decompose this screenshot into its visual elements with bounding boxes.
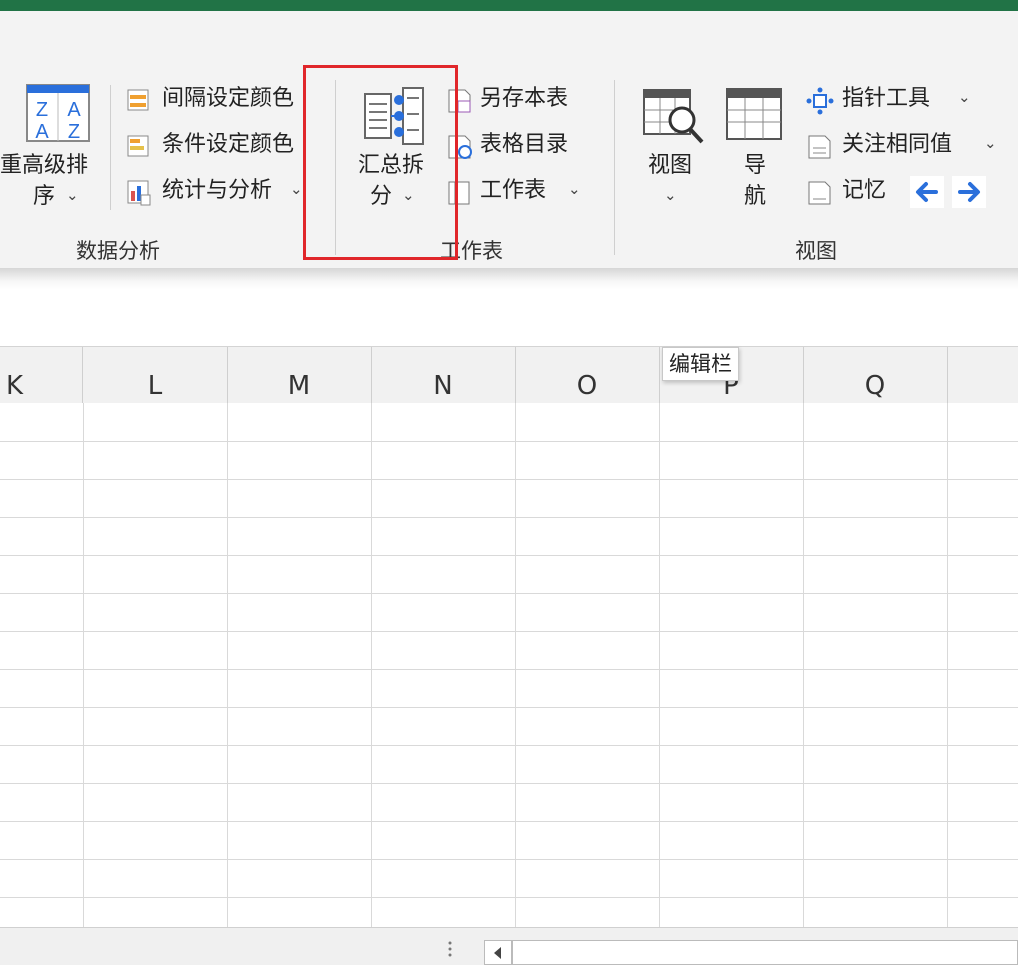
focus-same-value-icon <box>808 135 831 159</box>
data-analysis-group-label: 数据分析 <box>76 239 160 263</box>
view-button-label: 视图 <box>648 153 693 178</box>
sort-letter-z-top: Z <box>36 99 48 121</box>
chevron-down-icon: ⌄ <box>290 180 303 198</box>
stats-analysis-label: 统计与分析 <box>162 178 273 203</box>
column-header-k[interactable]: K <box>0 347 83 403</box>
splitter-handle[interactable] <box>448 940 452 958</box>
chevron-down-icon[interactable]: ⌄ <box>66 186 79 204</box>
condition-color-icon <box>127 135 149 157</box>
condition-color-button[interactable]: 条件设定颜色 <box>126 132 306 162</box>
sort-letter-a-bottom: A <box>35 121 49 142</box>
grid-lines <box>0 403 1018 927</box>
navigate-label-line2: 航 <box>744 184 767 209</box>
interval-color-label: 间隔设定颜色 <box>162 86 295 111</box>
column-header-l[interactable]: L <box>83 347 228 403</box>
memory-label: 记忆 <box>842 178 887 203</box>
column-header-r[interactable]: R <box>947 347 1018 403</box>
worksheet-menu-button[interactable]: 工作表 ⌄ <box>446 178 586 208</box>
interval-color-button[interactable]: 间隔设定颜色 <box>126 86 306 116</box>
group-divider <box>110 85 111 210</box>
back-arrow-button[interactable] <box>910 176 944 208</box>
memory-button[interactable]: 记忆 <box>806 178 896 208</box>
title-bar-strip <box>0 0 1018 11</box>
column-header-o[interactable]: O <box>515 347 660 403</box>
scroll-left-button[interactable] <box>484 940 512 965</box>
interval-color-icon <box>127 89 149 111</box>
advanced-sort-label-line1: 高级排 <box>22 153 89 178</box>
sort-letter-a-top: A <box>67 99 81 121</box>
condition-color-label: 条件设定颜色 <box>162 132 295 157</box>
stats-analysis-icon <box>127 180 151 206</box>
horizontal-scrollbar[interactable] <box>512 940 1018 965</box>
pointer-tool-icon <box>806 87 834 115</box>
forward-arrow-button[interactable] <box>952 176 986 208</box>
sheet-status-bar <box>0 927 1018 965</box>
formula-bar-tooltip: 编辑栏 <box>662 347 739 381</box>
save-as-sheet-label: 另存本表 <box>480 86 569 111</box>
chevron-down-icon: ⌄ <box>958 88 971 106</box>
chevron-down-icon: ⌄ <box>984 134 997 152</box>
focus-same-value-button[interactable]: 关注相同值 ⌄ <box>806 132 1006 162</box>
column-header-n[interactable]: N <box>371 347 516 403</box>
navigate-label-line1: 导 <box>744 153 767 178</box>
chevron-down-icon[interactable]: ⌄ <box>664 186 677 204</box>
arrow-left-icon <box>916 182 938 202</box>
focus-same-value-label: 关注相同值 <box>842 132 953 157</box>
group-divider <box>614 80 615 255</box>
table-directory-button[interactable]: 表格目录 <box>446 132 586 162</box>
worksheet-menu-label: 工作表 <box>480 178 547 203</box>
highlight-box <box>303 65 458 260</box>
stats-analysis-button[interactable]: 统计与分析 ⌄ <box>126 178 311 208</box>
table-directory-label: 表格目录 <box>480 132 569 157</box>
sort-az-icon: Z A A Z <box>26 84 90 142</box>
view-magnifier-icon <box>643 89 704 144</box>
save-as-sheet-button[interactable]: 另存本表 <box>446 86 586 116</box>
sort-letter-z-bottom: Z <box>68 121 80 142</box>
ribbon-shadow <box>0 268 1018 290</box>
triangle-left-icon <box>494 947 501 959</box>
pointer-tool-label: 指针工具 <box>842 86 931 111</box>
partial-ribbon-label: 重 <box>0 153 23 178</box>
pointer-tool-button[interactable]: 指针工具 ⌄ <box>806 86 976 116</box>
advanced-sort-label-line2: 序 <box>33 184 56 209</box>
navigate-grid-icon <box>726 88 782 140</box>
arrow-right-icon <box>958 182 980 202</box>
column-header-row: K L M N O P Q R <box>0 346 1018 404</box>
formula-bar[interactable] <box>0 290 1018 346</box>
advanced-sort-button[interactable]: Z A A Z <box>20 84 100 214</box>
memory-icon <box>808 181 831 205</box>
view-group-label: 视图 <box>795 239 837 263</box>
chevron-down-icon: ⌄ <box>568 180 581 198</box>
splitter-dots-icon <box>448 941 452 957</box>
column-header-m[interactable]: M <box>227 347 372 403</box>
column-header-q[interactable]: Q <box>803 347 948 403</box>
cell-grid[interactable] <box>0 403 1018 927</box>
